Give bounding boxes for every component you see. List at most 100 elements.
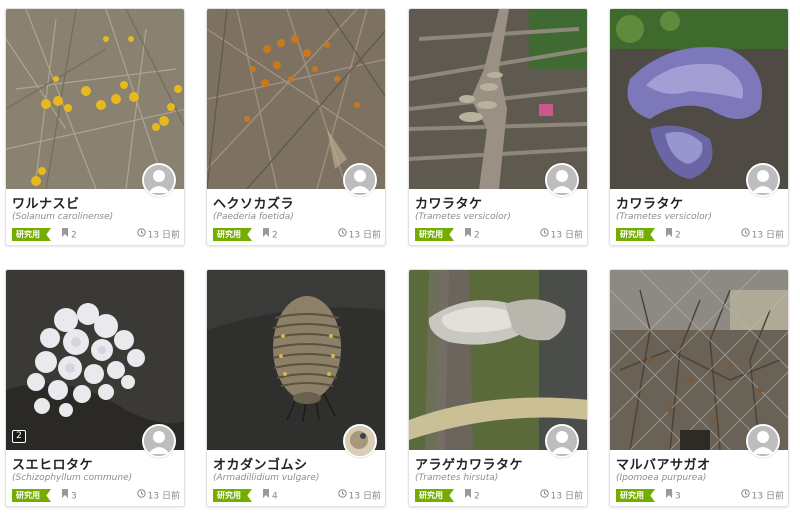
observed-time: 13 日前 xyxy=(740,489,784,503)
common-name[interactable]: カワラタケ xyxy=(415,193,483,212)
observation-photo[interactable] xyxy=(610,270,788,450)
scientific-name: (Trametes versicolor) xyxy=(415,212,511,222)
tag-icon xyxy=(465,228,471,242)
avatar[interactable] xyxy=(746,424,780,458)
avatar[interactable] xyxy=(545,163,579,197)
observation-card[interactable]: ヘクソカズラ (Paederia foetida) 研究用 2 13 日前 xyxy=(206,8,386,246)
observed-time-value: 13 日前 xyxy=(147,230,180,241)
identification-count-value: 4 xyxy=(272,491,278,502)
observation-meta: 研究用 3 13 日前 xyxy=(616,489,784,503)
tag-icon xyxy=(666,489,672,503)
clock-icon xyxy=(539,489,549,503)
tag-icon xyxy=(465,489,471,503)
scientific-name: (Schizophyllum commune) xyxy=(12,473,133,483)
tag-icon xyxy=(62,489,68,503)
identification-count-value: 3 xyxy=(71,491,77,502)
identification-count-value: 2 xyxy=(474,491,480,502)
common-name[interactable]: マルバアサガオ xyxy=(616,454,711,473)
observed-time: 13 日前 xyxy=(539,228,583,241)
observed-time-value: 13 日前 xyxy=(147,491,180,502)
observation-photo[interactable] xyxy=(6,9,184,189)
clock-icon xyxy=(740,228,750,242)
observed-time: 13 日前 xyxy=(539,489,583,503)
observed-time-value: 13 日前 xyxy=(751,230,784,241)
common-name[interactable]: カワラタケ xyxy=(616,193,684,212)
scientific-name: (Armadillidium vulgare) xyxy=(213,473,320,483)
research-grade-badge: 研究用 xyxy=(415,228,454,241)
scientific-name: (Trametes versicolor) xyxy=(616,212,712,222)
common-name[interactable]: スエヒロタケ xyxy=(12,454,93,473)
research-grade-badge: 研究用 xyxy=(12,489,51,502)
identification-count-value: 2 xyxy=(71,230,77,241)
observation-meta: 研究用 2 13 日前 xyxy=(12,228,180,242)
observed-time-value: 13 日前 xyxy=(550,230,583,241)
observation-card[interactable]: ワルナスビ (Solanum carolinense) 研究用 2 13 日前 xyxy=(5,8,185,246)
clock-icon xyxy=(337,228,347,242)
avatar[interactable] xyxy=(545,424,579,458)
common-name[interactable]: アラゲカワラタケ xyxy=(415,454,523,473)
research-grade-badge: 研究用 xyxy=(12,228,51,241)
observed-time: 13 日前 xyxy=(337,228,381,242)
observed-time-value: 13 日前 xyxy=(348,491,381,502)
identification-count-value: 2 xyxy=(272,230,278,241)
identification-count-value: 2 xyxy=(675,230,681,241)
tag-icon xyxy=(666,228,672,242)
observed-time-value: 13 日前 xyxy=(751,491,784,502)
observation-card[interactable]: カワラタケ (Trametes versicolor) 研究用 2 13 日前 xyxy=(408,8,588,246)
observation-card[interactable]: カワラタケ (Trametes versicolor) 研究用 2 13 日前 xyxy=(609,8,789,246)
tag-icon xyxy=(263,489,269,503)
observed-time-value: 13 日前 xyxy=(550,491,583,502)
identification-count-value: 3 xyxy=(675,491,681,502)
scientific-name: (Ipomoea purpurea) xyxy=(616,473,707,483)
observation-card[interactable]: オカダンゴムシ (Armadillidium vulgare) 研究用 4 13… xyxy=(206,269,386,507)
observation-photo[interactable] xyxy=(6,270,184,450)
identification-count: 2 xyxy=(666,228,681,241)
research-grade-badge: 研究用 xyxy=(616,228,655,241)
observation-meta: 研究用 4 13 日前 xyxy=(213,489,381,503)
observation-photo[interactable] xyxy=(207,270,385,450)
observation-meta: 研究用 3 13 日前 xyxy=(12,489,180,503)
avatar[interactable] xyxy=(142,424,176,458)
observed-time: 13 日前 xyxy=(740,228,784,242)
research-grade-badge: 研究用 xyxy=(213,228,252,241)
identification-count-value: 2 xyxy=(474,230,480,241)
clock-icon xyxy=(136,489,146,503)
research-grade-badge: 研究用 xyxy=(616,489,655,502)
observation-photo[interactable] xyxy=(409,270,587,450)
avatar[interactable] xyxy=(746,163,780,197)
observation-card[interactable]: アラゲカワラタケ (Trametes hirsuta) 研究用 2 13 日前 xyxy=(408,269,588,507)
identification-count: 2 xyxy=(465,489,480,502)
common-name[interactable]: ヘクソカズラ xyxy=(213,193,294,212)
observation-meta: 研究用 2 13 日前 xyxy=(415,228,583,242)
identification-count: 2 xyxy=(263,228,278,241)
observed-time: 13 日前 xyxy=(136,228,180,242)
identification-count: 2 xyxy=(465,228,480,241)
observation-photo[interactable] xyxy=(409,9,587,189)
common-name[interactable]: オカダンゴムシ xyxy=(213,454,308,473)
avatar[interactable] xyxy=(343,424,377,458)
tag-icon xyxy=(62,228,68,242)
observed-time: 13 日前 xyxy=(136,489,180,503)
observation-card[interactable]: 2 スエヒロタケ (Schizophyllum commune) 研究用 3 1… xyxy=(5,269,185,507)
observation-card[interactable]: マルバアサガオ (Ipomoea purpurea) 研究用 3 13 日前 xyxy=(609,269,789,507)
research-grade-badge: 研究用 xyxy=(213,489,252,502)
avatar[interactable] xyxy=(142,163,176,197)
observation-photo[interactable] xyxy=(207,9,385,189)
observation-meta: 研究用 2 13 日前 xyxy=(616,228,784,242)
clock-icon xyxy=(740,489,750,503)
observed-time-value: 13 日前 xyxy=(348,230,381,241)
photo-count-badge: 2 xyxy=(12,430,26,443)
avatar[interactable] xyxy=(343,163,377,197)
clock-icon xyxy=(337,489,347,503)
identification-count: 4 xyxy=(263,489,278,502)
clock-icon xyxy=(136,228,146,242)
observation-meta: 研究用 2 13 日前 xyxy=(213,228,381,242)
common-name[interactable]: ワルナスビ xyxy=(12,193,80,212)
identification-count: 2 xyxy=(62,228,77,241)
research-grade-badge: 研究用 xyxy=(415,489,454,502)
identification-count: 3 xyxy=(666,489,681,502)
observation-photo[interactable] xyxy=(610,9,788,189)
tag-icon xyxy=(263,228,269,242)
observed-time: 13 日前 xyxy=(337,489,381,503)
observation-meta: 研究用 2 13 日前 xyxy=(415,489,583,503)
